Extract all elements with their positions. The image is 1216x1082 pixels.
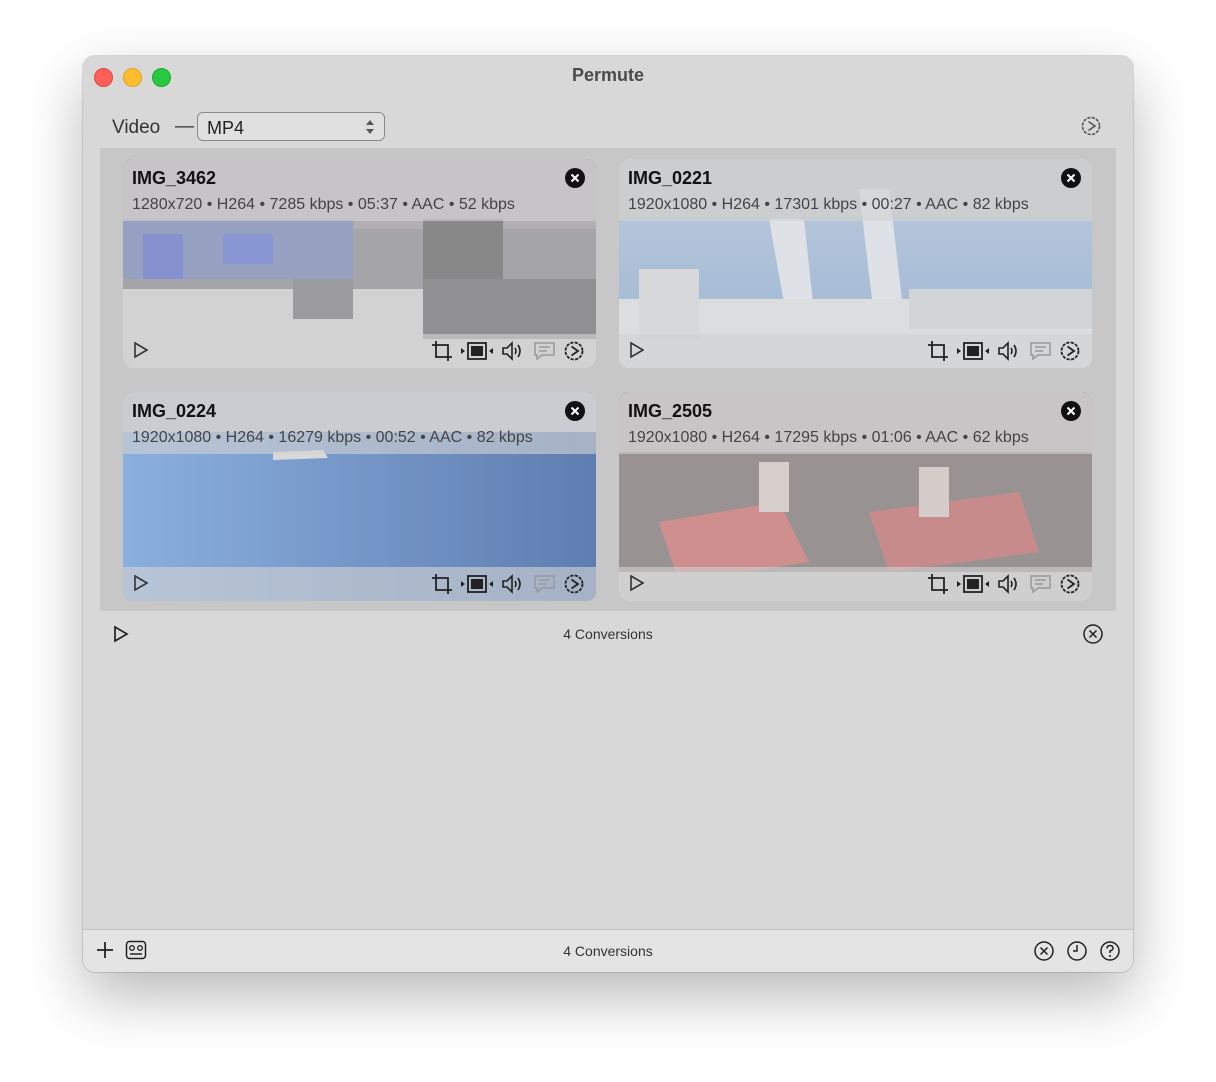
help-button[interactable] [1099,940,1121,967]
conversion-card[interactable]: IMG_2505 1920x1080 • H264 • 17295 kbps •… [619,392,1092,601]
audio-button[interactable] [501,573,525,595]
file-metadata: 1920x1080 • H264 • 17301 kbps • 00:27 • … [628,196,1029,213]
conversion-card[interactable]: IMG_3462 1280x720 • H264 • 7285 kbps • 0… [123,159,596,368]
separator-dash: — [175,116,194,137]
cancel-list-button[interactable] [1082,623,1104,650]
conversion-list-footer: 4 Conversions [100,611,1116,656]
chevron-up-down-icon [366,120,374,134]
crop-button[interactable] [927,340,949,362]
audio-icon [502,341,521,361]
subtitles-icon [1030,342,1051,361]
subtitles-button[interactable] [533,573,557,595]
play-icon [134,574,149,592]
format-select[interactable]: MP4 [197,112,385,141]
remove-file-button[interactable] [1061,168,1081,188]
conversion-count: 4 Conversions [563,943,653,959]
trim-icon [461,342,493,360]
cancel-icon [1083,624,1103,644]
remove-file-button[interactable] [565,168,585,188]
crop-icon [432,341,452,361]
trim-button[interactable] [956,573,990,595]
play-button[interactable] [628,573,646,595]
cancel-all-icon [1034,941,1054,961]
audio-icon [998,341,1017,361]
format-select-value: MP4 [207,118,245,138]
settings-icon[interactable] [1080,115,1102,137]
file-settings-button[interactable] [1059,573,1081,595]
file-name: IMG_2505 [628,401,713,421]
crop-button[interactable] [431,573,453,595]
trim-button[interactable] [956,340,990,362]
cancel-all-button[interactable] [1033,940,1055,967]
play-icon [630,574,645,592]
bottom-toolbar: 4 Conversions [83,929,1133,972]
close-icon [1066,173,1076,183]
history-icon [1067,941,1087,961]
trim-icon [957,575,989,593]
subtitles-icon [534,575,555,594]
close-icon [1066,406,1076,416]
play-icon [134,341,149,359]
help-icon [1100,941,1120,961]
history-button[interactable] [1066,940,1088,967]
conversion-card[interactable]: IMG_0221 1920x1080 • H264 • 17301 kbps •… [619,159,1092,368]
audio-icon [998,574,1017,594]
trim-button[interactable] [460,340,494,362]
settings-icon [564,574,584,594]
file-settings-button[interactable] [563,573,585,595]
file-metadata: 1280x720 • H264 • 7285 kbps • 05:37 • AA… [132,196,515,213]
subtitles-icon [1030,575,1051,594]
close-icon [570,173,580,183]
crop-icon [928,341,948,361]
audio-button[interactable] [501,340,525,362]
crop-icon [432,574,452,594]
audio-button[interactable] [997,573,1021,595]
subtitles-button[interactable] [1029,573,1053,595]
window-title: Permute [571,65,645,85]
play-button[interactable] [132,340,150,362]
file-metadata: 1920x1080 • H264 • 17295 kbps • 01:06 • … [628,429,1029,446]
conversion-count: 4 Conversions [563,626,653,642]
crop-button[interactable] [927,573,949,595]
conversion-card[interactable]: IMG_0224 1920x1080 • H264 • 16279 kbps •… [123,392,596,601]
subtitles-icon [534,342,555,361]
crop-button[interactable] [431,340,453,362]
trim-icon [461,575,493,593]
media-type-label: Video [112,117,161,138]
remove-file-button[interactable] [565,401,585,421]
play-icon [630,341,645,359]
play-button[interactable] [628,340,646,362]
subtitles-button[interactable] [533,340,557,362]
conversion-list: IMG_3462 1280x720 • H264 • 7285 kbps • 0… [100,148,1116,611]
file-name: IMG_0224 [132,401,217,421]
settings-icon [1060,341,1080,361]
audio-icon [502,574,521,594]
crop-icon [928,574,948,594]
play-button[interactable] [132,573,150,595]
remove-file-button[interactable] [1061,401,1081,421]
file-settings-button[interactable] [563,340,585,362]
settings-icon [1060,574,1080,594]
trim-icon [957,342,989,360]
trim-button[interactable] [460,573,494,595]
app-window: Permute Video — MP4 IMG_3462 1280x720 • … [83,56,1133,972]
file-name: IMG_0221 [628,168,713,188]
close-icon [570,406,580,416]
audio-button[interactable] [997,340,1021,362]
subtitles-button[interactable] [1029,340,1053,362]
file-metadata: 1920x1080 • H264 • 16279 kbps • 00:52 • … [132,429,533,446]
file-name: IMG_3462 [132,168,217,188]
file-settings-button[interactable] [1059,340,1081,362]
settings-icon [564,341,584,361]
